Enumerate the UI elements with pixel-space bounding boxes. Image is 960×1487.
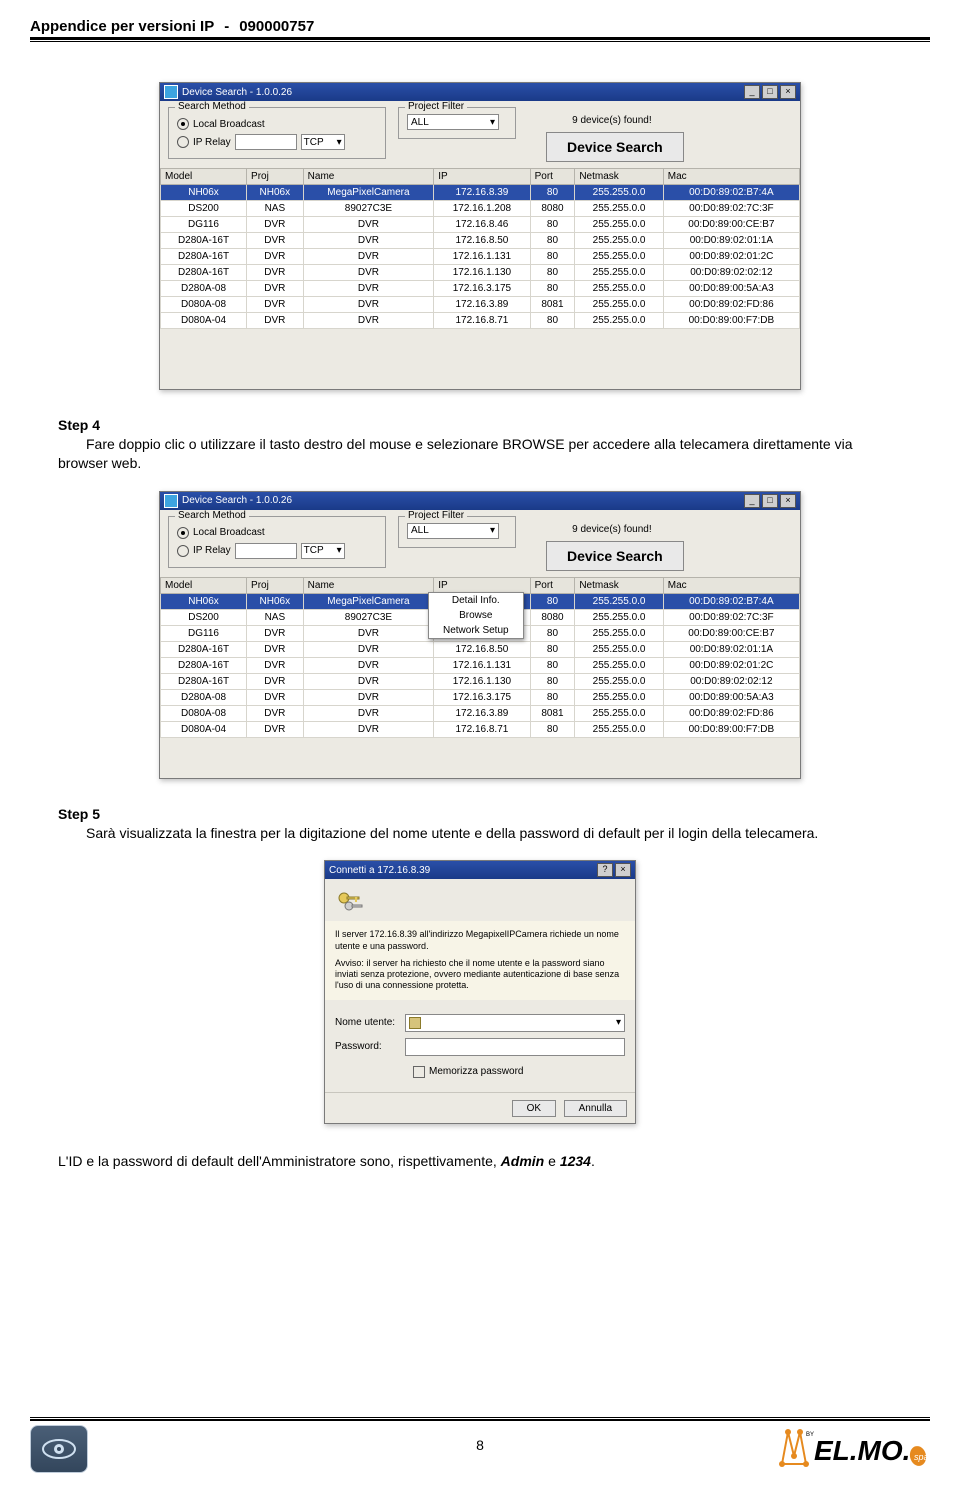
step4-title: Step 4 xyxy=(58,416,902,435)
project-filter-select[interactable]: ALL▾ xyxy=(407,114,499,130)
table-row[interactable]: NH06xNH06xMegaPixelCamera172.16.8.398025… xyxy=(161,185,800,201)
header-rule-thin xyxy=(30,41,930,42)
table-row[interactable]: DG116DVRDVR172.16.8.4680255.255.0.000:D0… xyxy=(161,217,800,233)
device-search-button[interactable]: Device Search xyxy=(546,132,684,162)
password-label: Password: xyxy=(335,1041,405,1052)
device-search-window-2: Device Search - 1.0.0.26 _ □ × Search Me… xyxy=(159,491,801,779)
ctx-browse[interactable]: Browse xyxy=(429,608,523,623)
username-input[interactable]: ▾ xyxy=(405,1014,625,1032)
device-table: Model Proj Name IP Port Netmask Mac NH06… xyxy=(160,168,800,329)
step5-title: Step 5 xyxy=(58,805,902,824)
table-row[interactable]: D280A-16TDVRDVR172.16.1.13180255.255.0.0… xyxy=(161,657,800,673)
doc-title: Appendice per versioni IP xyxy=(30,18,214,35)
remember-checkbox[interactable]: Memorizza password xyxy=(413,1066,625,1078)
auth-warning: Avviso: il server ha richiesto che il no… xyxy=(335,958,625,992)
minimize-button[interactable]: _ xyxy=(744,85,760,99)
search-method-label: Search Method xyxy=(175,101,249,112)
auth-title: Connetti a 172.16.8.39 xyxy=(329,865,430,876)
maximize-button[interactable]: □ xyxy=(762,85,778,99)
device-search-button[interactable]: Device Search xyxy=(546,541,684,571)
ctx-detail-info[interactable]: Detail Info. xyxy=(429,593,523,608)
table-row[interactable]: D280A-08DVRDVR172.16.3.17580255.255.0.00… xyxy=(161,689,800,705)
header-rule-thick xyxy=(30,37,930,40)
doc-sep: - xyxy=(224,18,229,35)
ok-button[interactable]: OK xyxy=(512,1100,556,1117)
svg-text:BY: BY xyxy=(806,1432,814,1438)
app-icon xyxy=(164,85,178,99)
cancel-button[interactable]: Annulla xyxy=(564,1100,627,1117)
help-button[interactable]: ? xyxy=(597,863,613,877)
close-button[interactable]: × xyxy=(615,863,631,877)
context-menu: Detail Info. Browse Network Setup xyxy=(428,592,524,639)
user-icon xyxy=(409,1017,421,1029)
table-row[interactable]: D280A-16TDVRDVR172.16.1.13180255.255.0.0… xyxy=(161,249,800,265)
device-search-window-1: Device Search - 1.0.0.26 _ □ × Search Me… xyxy=(159,82,801,390)
table-row[interactable]: D280A-16TDVRDVR172.16.8.5080255.255.0.00… xyxy=(161,233,800,249)
radio-local-broadcast[interactable]: Local Broadcast xyxy=(177,118,377,130)
svg-text:EL.MO.: EL.MO. xyxy=(814,1435,910,1466)
radio-ip-relay[interactable]: IP Relay TCP▾ xyxy=(177,134,377,150)
eye-icon xyxy=(30,1425,88,1473)
password-input[interactable] xyxy=(405,1038,625,1056)
table-row[interactable]: D080A-04DVRDVR172.16.8.7180255.255.0.000… xyxy=(161,721,800,737)
keys-icon xyxy=(335,889,365,915)
footer: EL.MO. BY spa xyxy=(30,1417,930,1473)
project-filter-label: Project Filter xyxy=(405,101,467,112)
final-text: L'ID e la password di default dell'Ammin… xyxy=(58,1152,902,1171)
close-button[interactable]: × xyxy=(780,494,796,508)
table-row[interactable]: D280A-16TDVRDVR172.16.1.13080255.255.0.0… xyxy=(161,265,800,281)
window-title: Device Search - 1.0.0.26 xyxy=(182,87,292,98)
document-header: Appendice per versioni IP - 090000757 xyxy=(30,18,930,35)
auth-server-line: Il server 172.16.8.39 all'indirizzo Mega… xyxy=(335,929,625,952)
table-row[interactable]: D280A-16TDVRDVR172.16.8.5080255.255.0.00… xyxy=(161,641,800,657)
ctx-network-setup[interactable]: Network Setup xyxy=(429,623,523,638)
step5-text: Sarà visualizzata la finestra per la dig… xyxy=(58,824,902,843)
table-row[interactable]: DS200NAS89027C3E172.16.1.2088080255.255.… xyxy=(161,201,800,217)
table-row[interactable]: D080A-04DVRDVR172.16.8.7180255.255.0.000… xyxy=(161,313,800,329)
table-row[interactable]: D280A-16TDVRDVR172.16.1.13080255.255.0.0… xyxy=(161,673,800,689)
doc-code: 090000757 xyxy=(239,18,314,35)
table-row[interactable]: D280A-08DVRDVR172.16.3.17580255.255.0.00… xyxy=(161,281,800,297)
app-icon xyxy=(164,494,178,508)
maximize-button[interactable]: □ xyxy=(762,494,778,508)
auth-dialog: Connetti a 172.16.8.39 ? × Il server 172… xyxy=(324,860,636,1123)
username-label: Nome utente: xyxy=(335,1017,405,1028)
step4-text: Fare doppio clic o utilizzare il tasto d… xyxy=(58,435,902,473)
brand-logo: EL.MO. BY spa xyxy=(770,1426,930,1472)
svg-text:spa: spa xyxy=(914,1452,929,1462)
window-title: Device Search - 1.0.0.26 xyxy=(182,495,292,506)
close-button[interactable]: × xyxy=(780,85,796,99)
table-row[interactable]: D080A-08DVRDVR172.16.3.898081255.255.0.0… xyxy=(161,705,800,721)
table-row[interactable]: D080A-08DVRDVR172.16.3.898081255.255.0.0… xyxy=(161,297,800,313)
minimize-button[interactable]: _ xyxy=(744,494,760,508)
found-text: 9 device(s) found! xyxy=(540,115,684,126)
